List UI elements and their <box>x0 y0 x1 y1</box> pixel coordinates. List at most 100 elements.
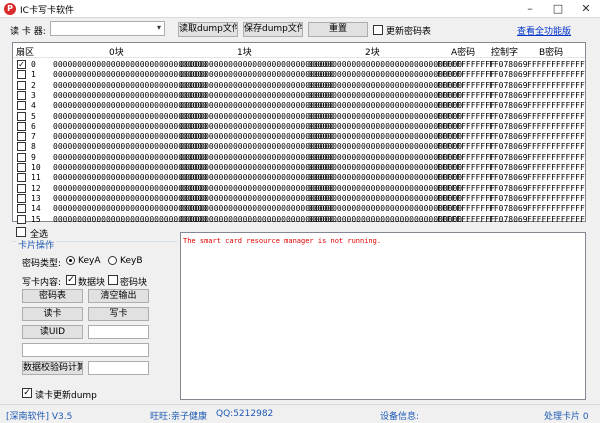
status-wangwang: 旺旺:亲子健康 <box>150 412 208 422</box>
status-vendor: [深南软件] V3.5 <box>6 412 73 422</box>
output-log[interactable]: The smart card resource manager is not r… <box>180 232 586 400</box>
row-checkbox[interactable] <box>17 70 26 80</box>
key-a-radio[interactable] <box>66 256 75 265</box>
read-uid-button[interactable]: 读UID <box>22 325 83 339</box>
auto-update-dump-checkbox[interactable]: ✓ <box>22 388 32 398</box>
row-checkbox[interactable] <box>17 101 26 111</box>
select-all-checkbox[interactable] <box>16 227 26 237</box>
table-row[interactable]: 13 00000000000000000000000000000000 000000… <box>13 193 585 205</box>
row-sector: 14 <box>31 204 41 214</box>
row-control: FF078069 <box>489 142 528 152</box>
table-row[interactable]: 6 00000000000000000000000000000000 0000000… <box>13 121 585 133</box>
read-dump-button[interactable]: 读取dump文件 <box>178 22 238 37</box>
table-row[interactable]: 3 00000000000000000000000000000000 0000000… <box>13 90 585 102</box>
full-version-link[interactable]: 查看全功能版 <box>517 24 571 37</box>
maximize-button[interactable]: □ <box>544 0 572 18</box>
key-b-radio[interactable] <box>108 256 117 265</box>
table-row[interactable]: 14 00000000000000000000000000000000 000000… <box>13 204 585 215</box>
row-key-b: FFFFFFFFFFFF <box>527 204 585 214</box>
table-row[interactable]: 8 00000000000000000000000000000000 0000000… <box>13 142 585 153</box>
table-row[interactable]: 7 00000000000000000000000000000000 0000000… <box>13 132 585 143</box>
key-a-label: KeyA <box>78 256 101 266</box>
row-control: FF078069 <box>489 214 528 224</box>
header-key-b: B密码 <box>539 48 564 58</box>
write-card-button[interactable]: 写卡 <box>88 307 149 321</box>
auto-update-dump-label: 读卡更新dump <box>35 391 97 401</box>
table-row[interactable]: 12 00000000000000000000000000000000 000000… <box>13 183 585 195</box>
row-checkbox[interactable] <box>17 111 26 121</box>
clear-output-button[interactable]: 清空输出 <box>88 289 149 303</box>
update-keys-checkbox[interactable] <box>373 25 383 35</box>
key-block-label: 密码块 <box>120 278 148 288</box>
row-sector: 3 <box>31 90 36 100</box>
minimize-button[interactable]: – <box>516 0 544 18</box>
sector-grid[interactable]: 扇区 0块 1块 2块 A密码 控制字 B密码 ✓ 0 00000000000000… <box>12 42 586 224</box>
save-dump-button[interactable]: 保存dump文件 <box>243 22 303 37</box>
row-sector: 9 <box>31 152 36 162</box>
title-bar: P IC卡写卡软件 – □ ✕ <box>0 0 600 18</box>
row-key-a: FFFFFFFFFFFF <box>437 142 495 152</box>
table-row[interactable]: 9 00000000000000000000000000000000 0000000… <box>13 152 585 164</box>
read-card-button[interactable]: 读卡 <box>22 307 83 321</box>
row-checkbox[interactable] <box>17 90 26 100</box>
reader-select[interactable]: ▾ <box>50 21 165 36</box>
checksum-field[interactable] <box>88 361 149 375</box>
table-row[interactable]: ✓ 0 00000000000000000000000000000000 000000… <box>13 60 585 71</box>
row-key-b: FFFFFFFFFFFF <box>527 163 585 172</box>
close-button[interactable]: ✕ <box>572 0 600 18</box>
row-checkbox[interactable] <box>17 121 26 131</box>
key-block-checkbox[interactable] <box>108 275 118 285</box>
row-key-b: FFFFFFFFFFFF <box>527 183 585 193</box>
row-control: FF078069 <box>489 70 528 80</box>
row-key-b: FFFFFFFFFFFF <box>527 90 585 100</box>
key-table-button[interactable]: 密码表 <box>22 289 83 303</box>
checksum-button[interactable]: 数据校验码计算 <box>22 361 83 375</box>
reset-button[interactable]: 重置 <box>308 22 368 37</box>
uid-field[interactable] <box>88 325 149 339</box>
row-key-a: FFFFFFFFFFFF <box>437 70 495 80</box>
row-checkbox[interactable] <box>17 163 26 172</box>
table-row[interactable]: 1000000000000000000000000000000000000000… <box>13 70 585 81</box>
header-block-0: 0块 <box>109 48 124 58</box>
table-row[interactable]: 1000000000000000000000000000000000000000… <box>13 163 585 174</box>
row-sector: 15 <box>31 214 41 224</box>
grid-header: 扇区 0块 1块 2块 A密码 控制字 B密码 <box>13 43 585 58</box>
row-key-b: FFFFFFFFFFFF <box>527 193 585 203</box>
table-row[interactable]: 15 00000000000000000000000000000000 000000… <box>13 214 585 226</box>
table-row[interactable]: 5 00000000000000000000000000000000 0000000… <box>13 111 585 123</box>
row-checkbox[interactable] <box>17 183 26 193</box>
row-checkbox[interactable]: ✓ <box>17 60 26 69</box>
key-type-label: 密码类型: <box>22 259 62 269</box>
row-checkbox[interactable] <box>17 204 26 214</box>
row-control: FF078069 <box>489 152 528 162</box>
row-control: FF078069 <box>489 132 528 142</box>
row-key-b: FFFFFFFFFFFF <box>527 70 585 80</box>
status-processed-count: 处理卡片 0 <box>544 412 589 422</box>
row-key-b: FFFFFFFFFFFF <box>527 132 585 142</box>
table-row[interactable]: 11 00000000000000000000000000000000 000000… <box>13 173 585 184</box>
header-control: 控制字 <box>491 48 519 58</box>
row-checkbox[interactable] <box>17 152 26 162</box>
row-control: FF078069 <box>489 80 528 90</box>
row-key-b: FFFFFFFFFFFF <box>527 152 585 162</box>
table-row[interactable]: 2 00000000000000000000000000000000 0000000… <box>13 80 585 92</box>
output-message: The smart card resource manager is not r… <box>183 237 382 245</box>
row-checkbox[interactable] <box>17 80 26 90</box>
row-checkbox[interactable] <box>17 214 26 224</box>
key-b-label: KeyB <box>120 256 143 266</box>
row-control: FF078069 <box>489 163 528 172</box>
data-block-checkbox[interactable]: ✓ <box>66 275 76 285</box>
row-checkbox[interactable] <box>17 173 26 183</box>
row-sector: 11 <box>31 173 41 183</box>
row-key-a: FFFFFFFFFFFF <box>437 101 495 111</box>
row-key-a: FFFFFFFFFFFF <box>437 121 495 131</box>
row-checkbox[interactable] <box>17 132 26 142</box>
row-sector: 8 <box>31 142 36 152</box>
extra-input-field[interactable] <box>22 343 149 357</box>
status-bar: [深南软件] V3.5 旺旺:亲子健康 QQ:5212982 设备信息: 处理卡… <box>0 404 600 423</box>
table-row[interactable]: 4 00000000000000000000000000000000 0000000… <box>13 101 585 112</box>
row-key-a: FFFFFFFFFFFF <box>437 173 495 183</box>
row-key-a: FFFFFFFFFFFF <box>437 214 495 224</box>
row-checkbox[interactable] <box>17 193 26 203</box>
row-checkbox[interactable] <box>17 142 26 152</box>
